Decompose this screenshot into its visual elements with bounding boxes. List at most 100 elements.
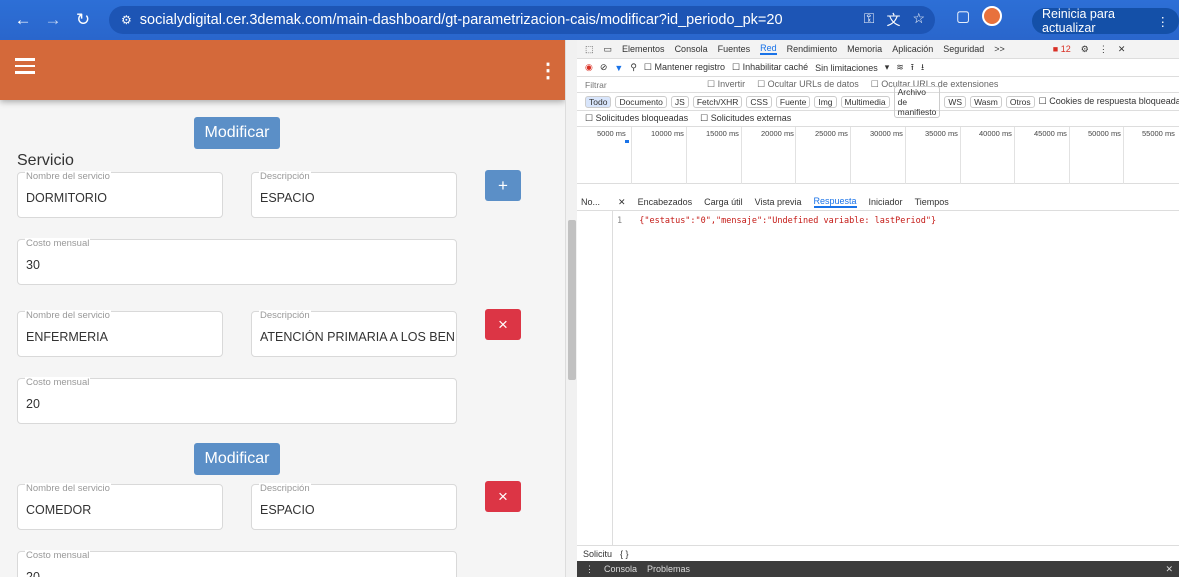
reload-icon[interactable]: ↻ bbox=[68, 10, 98, 30]
type-js[interactable]: JS bbox=[670, 95, 689, 108]
field-value: DORMITORIO bbox=[26, 191, 108, 205]
tab-application[interactable]: Aplicación bbox=[892, 44, 933, 54]
type-other[interactable]: Otros bbox=[1005, 95, 1035, 108]
type-img[interactable]: Img bbox=[814, 95, 837, 108]
tab-security[interactable]: Seguridad bbox=[943, 44, 984, 54]
add-service-button[interactable]: + bbox=[485, 170, 521, 201]
chevron-down-icon[interactable]: ▾ bbox=[885, 62, 890, 73]
avatar[interactable] bbox=[982, 6, 1003, 26]
tab-more[interactable]: >> bbox=[994, 44, 1005, 54]
network-timeline[interactable]: 5000 ms 10000 ms 15000 ms 20000 ms 25000… bbox=[577, 127, 1179, 184]
tab-console[interactable]: Consola bbox=[675, 44, 708, 54]
tab-payload[interactable]: Carga útil bbox=[704, 197, 743, 207]
address-bar[interactable]: ⚙ socialydigital.cer.3demak.com/main-das… bbox=[109, 6, 935, 34]
scroll-thumb[interactable] bbox=[568, 220, 576, 380]
monthly-cost-field[interactable]: Costo mensual 20 bbox=[17, 550, 457, 577]
service-description-field[interactable]: Descripción ESPACIO bbox=[251, 483, 457, 530]
clear-icon[interactable]: ⊘ bbox=[600, 62, 608, 73]
list-header[interactable]: No... bbox=[581, 197, 600, 207]
drawer-close-icon[interactable]: ✕ bbox=[1165, 564, 1173, 575]
menu-icon[interactable] bbox=[15, 58, 35, 78]
settings-icon[interactable]: ⚙ bbox=[1081, 44, 1089, 55]
timeline-tick: 20000 ms bbox=[761, 129, 794, 138]
type-ws[interactable]: WS bbox=[944, 95, 967, 108]
timeline-tick: 5000 ms bbox=[597, 129, 626, 138]
preserve-log-checkbox[interactable]: ☐ Mantener registro bbox=[644, 62, 725, 73]
filter-input[interactable] bbox=[585, 79, 695, 90]
error-count: 12 bbox=[1060, 44, 1071, 54]
blocked-cookies-checkbox[interactable]: ☐ Cookies de respuesta bloqueadas bbox=[1039, 96, 1179, 107]
site-info-icon[interactable]: ⚙ bbox=[121, 13, 132, 27]
drawer-tab-console[interactable]: Consola bbox=[604, 564, 637, 574]
translate-icon[interactable]: 文 bbox=[886, 10, 900, 30]
type-all[interactable]: Todo bbox=[585, 95, 612, 108]
error-badge[interactable]: ■ 12 bbox=[1053, 44, 1071, 54]
timeline-tick: 55000 ms bbox=[1142, 129, 1175, 138]
close-detail-icon[interactable]: ✕ bbox=[618, 197, 626, 208]
type-font[interactable]: Fuente bbox=[775, 95, 811, 108]
sidepanel-icon[interactable]: ▢ bbox=[956, 7, 970, 25]
service-description-field[interactable]: Descripción ESPACIO bbox=[251, 171, 457, 218]
tab-headers[interactable]: Encabezados bbox=[638, 197, 693, 207]
back-icon[interactable]: ← bbox=[8, 10, 38, 30]
more-vert-icon[interactable]: ⋮ bbox=[538, 58, 558, 83]
invert-checkbox[interactable]: ☐ Invertir bbox=[707, 79, 745, 90]
throttling-select[interactable]: Sin limitaciones bbox=[815, 63, 878, 73]
type-css[interactable]: CSS bbox=[746, 95, 772, 108]
tab-elements[interactable]: Elementos bbox=[622, 44, 665, 54]
type-media[interactable]: Multimedia bbox=[840, 95, 890, 108]
delete-service-button[interactable]: × bbox=[485, 309, 521, 340]
monthly-cost-field[interactable]: Costo mensual 20 bbox=[17, 377, 457, 424]
upload-icon[interactable]: ⭱ bbox=[911, 60, 914, 76]
modify-button[interactable]: Modificar bbox=[194, 117, 280, 149]
search-icon[interactable]: ⚲ bbox=[630, 62, 637, 73]
devtools-tabs: ⬚ ▭ Elementos Consola Fuentes Red Rendim… bbox=[577, 40, 1179, 59]
modify-button[interactable]: Modificar bbox=[194, 443, 280, 475]
tab-performance[interactable]: Rendimiento bbox=[787, 44, 838, 54]
type-wasm[interactable]: Wasm bbox=[970, 95, 1002, 108]
delete-service-button[interactable]: × bbox=[485, 481, 521, 512]
service-name-field[interactable]: Nombre del servicio DORMITORIO bbox=[17, 171, 223, 218]
drawer-menu-icon[interactable]: ⋮ bbox=[585, 564, 594, 575]
tab-network[interactable]: Red bbox=[760, 43, 777, 55]
field-label: Costo mensual bbox=[25, 377, 91, 388]
request-list[interactable] bbox=[577, 211, 613, 545]
forward-icon[interactable]: → bbox=[38, 10, 68, 30]
record-icon[interactable]: ◉ bbox=[585, 62, 593, 73]
filter-icon[interactable]: ▼ bbox=[614, 63, 623, 73]
tab-memory[interactable]: Memoria bbox=[847, 44, 882, 54]
key-icon[interactable]: ⚿ bbox=[864, 10, 875, 30]
third-party-checkbox[interactable]: ☐ Solicitudes externas bbox=[700, 113, 791, 124]
disable-cache-checkbox[interactable]: ☐ Inhabilitar caché bbox=[732, 62, 808, 73]
braces-icon[interactable]: { } bbox=[620, 549, 629, 559]
hide-data-urls-checkbox[interactable]: ☐ Ocultar URLs de datos bbox=[757, 79, 859, 90]
field-label: Nombre del servicio bbox=[25, 171, 111, 182]
page-scrollbar[interactable] bbox=[565, 40, 577, 577]
type-fetch[interactable]: Fetch/XHR bbox=[692, 95, 743, 108]
tab-response[interactable]: Respuesta bbox=[813, 196, 857, 208]
inspect-icon[interactable]: ⬚ bbox=[585, 44, 594, 55]
tab-initiator[interactable]: Iniciador bbox=[869, 197, 903, 207]
device-icon[interactable]: ▭ bbox=[604, 44, 613, 55]
update-button[interactable]: Reinicia para actualizar ⋮ bbox=[1032, 7, 1179, 35]
service-name-field[interactable]: Nombre del servicio COMEDOR bbox=[17, 483, 223, 530]
download-icon[interactable]: ⭳ bbox=[921, 60, 924, 76]
timeline-tick: 40000 ms bbox=[979, 129, 1012, 138]
tab-preview[interactable]: Vista previa bbox=[755, 197, 802, 207]
type-doc[interactable]: Documento bbox=[615, 95, 667, 108]
wifi-icon[interactable]: ≋ bbox=[896, 62, 904, 73]
type-manifest[interactable]: Archivo de manifiesto bbox=[893, 85, 941, 118]
service-name-field[interactable]: Nombre del servicio ENFERMERIA bbox=[17, 310, 223, 357]
drawer-tab-issues[interactable]: Problemas bbox=[647, 564, 690, 574]
service-description-field[interactable]: Descripción ATENCIÓN PRIMARIA A LOS BENE… bbox=[251, 310, 457, 357]
network-toolbar: ◉ ⊘ ▼ ⚲ ☐ Mantener registro ☐ Inhabilita… bbox=[577, 59, 1179, 77]
tab-timing[interactable]: Tiempos bbox=[915, 197, 949, 207]
more-icon[interactable]: ⋮ bbox=[1099, 44, 1108, 55]
close-icon[interactable]: ✕ bbox=[1118, 44, 1126, 55]
field-value: ENFERMERIA bbox=[26, 330, 108, 344]
tab-sources[interactable]: Fuentes bbox=[718, 44, 751, 54]
devtools-panel: ⬚ ▭ Elementos Consola Fuentes Red Rendim… bbox=[577, 40, 1179, 577]
star-icon[interactable]: ☆ bbox=[912, 10, 925, 30]
monthly-cost-field[interactable]: Costo mensual 30 bbox=[17, 238, 457, 285]
blocked-requests-checkbox[interactable]: ☐ Solicitudes bloqueadas bbox=[585, 113, 688, 124]
